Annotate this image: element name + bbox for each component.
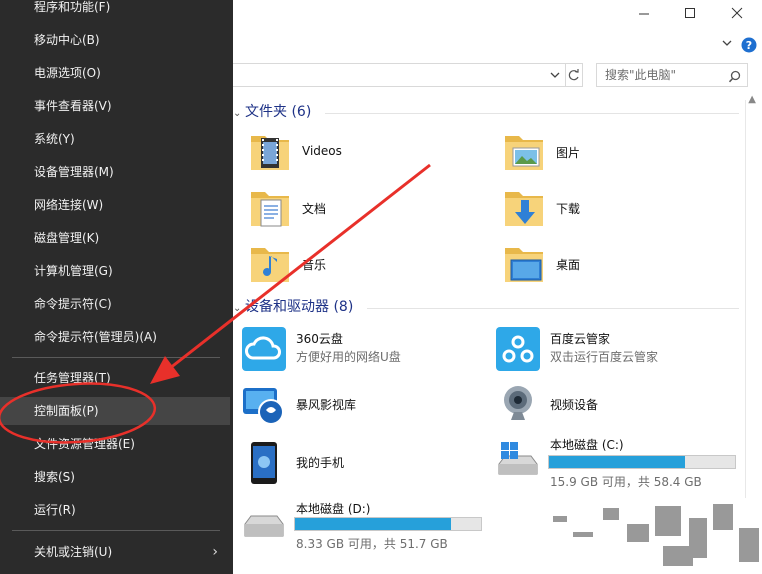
device-item-360-cloud[interactable]: 360云盘 方便好用的网络U盘: [241, 326, 481, 372]
cloud-360-icon: [242, 327, 286, 371]
device-subtitle: 15.9 GB 可用，共 58.4 GB: [550, 475, 702, 489]
menu-item-mobility-center[interactable]: 移动中心(B): [0, 26, 230, 54]
device-label: 百度云管家: [550, 332, 611, 346]
menu-item-file-explorer[interactable]: 文件资源管理器(E): [0, 430, 230, 458]
drive-d-icon: [244, 515, 284, 537]
menu-item-power-options[interactable]: 电源选项(O): [0, 59, 230, 87]
folder-label: 图片: [556, 146, 581, 160]
device-label: 我的手机: [296, 456, 345, 470]
group-divider: [325, 113, 739, 114]
menu-separator: [12, 530, 220, 531]
phone-icon: [251, 442, 277, 484]
winx-menu: 程序和功能(F) 移动中心(B) 电源选项(O) 事件查看器(V) 系统(Y) …: [0, 0, 233, 574]
device-label: 本地磁盘 (C:): [550, 438, 624, 452]
documents-folder-icon: [251, 192, 289, 227]
baidu-cloud-icon: [496, 327, 540, 371]
device-item-my-phone[interactable]: 我的手机: [241, 440, 481, 486]
chevron-down-icon: [722, 40, 732, 46]
search-input[interactable]: 搜索"此电脑": [596, 63, 748, 87]
search-placeholder: 搜索"此电脑": [605, 68, 677, 82]
file-explorer-window: ? 搜索"此电脑" ▲ ⌄ 文件夹 (6) Videos 图片 文档 下载 音乐…: [233, 0, 762, 574]
devices-group-header[interactable]: ⌄ 设备和驱动器 (8): [233, 296, 353, 318]
downloads-folder-icon: [505, 192, 543, 226]
refresh-button[interactable]: [565, 63, 583, 87]
group-divider: [367, 308, 739, 309]
videos-folder-icon: [251, 136, 289, 170]
device-subtitle: 8.33 GB 可用，共 51.7 GB: [296, 537, 448, 551]
help-icon: ?: [741, 37, 757, 53]
decorative-image-fragment: [543, 498, 762, 574]
device-item-video-device[interactable]: 视频设备: [495, 382, 735, 428]
folders-group-header[interactable]: ⌄ 文件夹 (6): [233, 101, 311, 123]
chevron-down-icon: [550, 72, 560, 78]
menu-item-computer-management[interactable]: 计算机管理(G): [0, 257, 230, 285]
device-item-baidu-cloud[interactable]: 百度云管家 双击运行百度云管家: [495, 326, 735, 372]
menu-item-task-manager[interactable]: 任务管理器(T): [0, 364, 230, 392]
menu-item-command-prompt-admin[interactable]: 命令提示符(管理员)(A): [0, 323, 230, 351]
folders-header-text: 文件夹 (6): [245, 104, 312, 120]
webcam-icon: [504, 386, 532, 420]
minimize-icon: [639, 13, 649, 15]
shutdown-label: 关机或注销(U): [34, 545, 113, 559]
menu-item-search[interactable]: 搜索(S): [0, 463, 230, 491]
folder-label: Videos: [302, 144, 342, 158]
chevron-down-icon: ⌄: [233, 108, 242, 119]
menu-item-programs-features[interactable]: 程序和功能(F): [0, 0, 230, 21]
menu-item-device-manager[interactable]: 设备管理器(M): [0, 158, 230, 186]
menu-separator: [12, 357, 220, 358]
drive-c-icon: [498, 442, 538, 475]
drive-c-usage-bar: [548, 455, 736, 469]
device-label: 视频设备: [550, 398, 599, 412]
folder-item-music[interactable]: 音乐: [247, 242, 467, 288]
folder-label: 下载: [556, 202, 581, 216]
storm-video-icon: [243, 388, 284, 425]
menu-item-disk-management[interactable]: 磁盘管理(K): [0, 224, 230, 252]
device-item-storm-video[interactable]: 暴风影视库: [241, 382, 481, 428]
pictures-folder-icon: [505, 136, 543, 170]
menu-item-command-prompt[interactable]: 命令提示符(C): [0, 290, 230, 318]
device-label: 本地磁盘 (D:): [296, 502, 371, 516]
scroll-up-button[interactable]: ▲: [748, 94, 756, 105]
menu-item-event-viewer[interactable]: 事件查看器(V): [0, 92, 230, 120]
drive-c-usage-fill: [549, 456, 685, 468]
folder-item-desktop[interactable]: 桌面: [501, 242, 721, 288]
close-icon: [731, 7, 743, 19]
menu-item-network-connections[interactable]: 网络连接(W): [0, 191, 230, 219]
menu-item-shutdown-signout[interactable]: 关机或注销(U) ›: [0, 538, 230, 566]
ribbon-expand-button[interactable]: [721, 37, 733, 52]
menu-item-run[interactable]: 运行(R): [0, 496, 230, 524]
device-item-drive-c[interactable]: 本地磁盘 (C:) 15.9 GB 可用，共 58.4 GB: [495, 436, 745, 489]
folder-label: 桌面: [556, 258, 581, 272]
device-subtitle: 双击运行百度云管家: [550, 350, 659, 364]
chevron-down-icon: ⌄: [233, 303, 242, 314]
search-icon: [728, 68, 741, 90]
close-button[interactable]: [726, 6, 748, 26]
folder-label: 音乐: [302, 258, 327, 272]
folder-label: 文档: [302, 202, 327, 216]
menu-item-control-panel[interactable]: 控制面板(P): [0, 397, 230, 425]
device-subtitle: 方便好用的网络U盘: [296, 350, 401, 364]
menu-item-system[interactable]: 系统(Y): [0, 125, 230, 153]
help-button[interactable]: ?: [741, 37, 757, 56]
devices-header-text: 设备和驱动器 (8): [245, 299, 354, 315]
folder-item-documents[interactable]: 文档: [247, 186, 467, 232]
address-dropdown-button[interactable]: [549, 69, 561, 84]
chevron-right-icon: ›: [212, 544, 218, 560]
folder-item-videos[interactable]: Videos: [247, 130, 467, 176]
minimize-button[interactable]: [633, 6, 655, 26]
drive-d-usage-bar: [294, 517, 482, 531]
svg-text:?: ?: [746, 39, 752, 52]
folder-item-downloads[interactable]: 下载: [501, 186, 721, 232]
device-label: 暴风影视库: [296, 398, 357, 412]
refresh-icon: [568, 69, 579, 81]
music-folder-icon: [251, 248, 289, 282]
maximize-button[interactable]: [679, 6, 701, 26]
folder-item-pictures[interactable]: 图片: [501, 130, 721, 176]
device-item-drive-d[interactable]: 本地磁盘 (D:) 8.33 GB 可用，共 51.7 GB: [241, 498, 491, 551]
device-label: 360云盘: [296, 332, 343, 346]
drive-d-usage-fill: [295, 518, 452, 530]
maximize-icon: [685, 8, 695, 18]
address-bar[interactable]: [233, 63, 583, 87]
desktop-folder-icon: [505, 248, 543, 282]
